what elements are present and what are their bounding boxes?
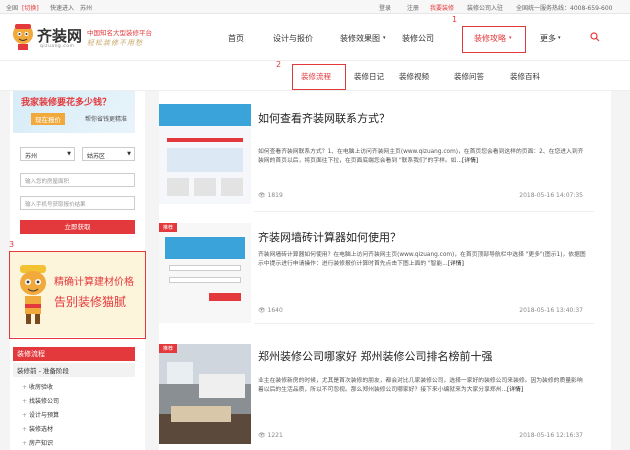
district-select-value: 姑苏区 xyxy=(87,153,106,160)
calc-title: 我家装修要花多少钱？ xyxy=(21,98,112,108)
article-list: 如何查看齐装网联系方式？ 如何查看齐装网联系方式？1、在电脑上访问齐装网主页(w… xyxy=(159,91,611,450)
article-desc: 业主在装修新房的时候，尤其是首次装修的朋友，都会对比几家装修公司，选择一家好的装… xyxy=(258,377,588,394)
category-item[interactable]: + 收房验收 xyxy=(22,382,53,391)
article-more-link[interactable]: [详情] xyxy=(448,261,464,267)
subnav-qa[interactable]: 装修问答 xyxy=(454,71,484,82)
article-desc-text: 齐装网墙砖计算器如何使用？在电脑上访问齐装网主页(www.qizuang.com… xyxy=(258,252,586,267)
subnav-diary[interactable]: 装修日记 xyxy=(354,71,384,82)
article-date: 2018-05-16 12:16:37 xyxy=(519,432,583,439)
header: 齐装网 qizuang.com 中国知名大型装修平台 轻松装修不用愁 首页 设计… xyxy=(0,14,630,60)
plus-icon: + xyxy=(22,398,28,405)
phone-input[interactable]: 输入手机号获取报价结果 xyxy=(20,196,135,210)
category-item-label: 设计与预算 xyxy=(29,412,60,419)
view-count: 1819 xyxy=(267,192,283,199)
article-date: 2018-05-16 14:07:35 xyxy=(519,192,583,199)
chevron-down-icon: ▾ xyxy=(558,35,561,41)
category-title[interactable]: 装修流程 xyxy=(13,347,135,361)
calc-subtitle: 帮你省钱更精准 xyxy=(85,116,128,123)
highlight-box-guide xyxy=(462,26,526,53)
area-input[interactable]: 输入您的房屋面积 xyxy=(20,173,135,187)
nav-more[interactable]: 更多 xyxy=(540,33,556,44)
article-thumbnail[interactable] xyxy=(159,104,251,204)
get-quote-button[interactable]: 立即获取 xyxy=(20,220,135,234)
view-count: 1221 xyxy=(267,432,283,439)
want-decor-link[interactable]: 我要装修 xyxy=(430,3,454,12)
eye-icon: 👁 xyxy=(258,432,266,439)
company-entry-link[interactable]: 装修公司入驻 xyxy=(467,3,503,12)
annotation-1: 1 xyxy=(452,15,458,24)
district-select[interactable]: 姑苏区 ▼ xyxy=(82,147,135,161)
subnav-video[interactable]: 装修视频 xyxy=(399,71,429,82)
nav-design-quote[interactable]: 设计与报价 xyxy=(273,33,313,44)
article-title[interactable]: 郑州装修公司哪家好 郑州装修公司排名榜前十强 xyxy=(258,348,493,364)
chevron-down-icon: ▾ xyxy=(383,35,386,41)
article-more-link[interactable]: [详情] xyxy=(462,158,478,164)
highlight-box-banner xyxy=(9,251,146,339)
city-select[interactable]: 苏州 ▼ xyxy=(20,147,75,161)
category-item-label: 找装修公司 xyxy=(29,398,60,405)
top-bar: 全国 [切换] 快速进入 苏州 登录 注册 我要装修 装修公司入驻 全国统一服务… xyxy=(0,0,630,14)
plus-icon: + xyxy=(22,384,28,391)
chevron-down-icon: ▼ xyxy=(67,151,71,157)
article-desc: 齐装网墙砖计算器如何使用？在电脑上访问齐装网主页(www.qizuang.com… xyxy=(258,251,588,268)
article-more-link[interactable]: [详情] xyxy=(507,387,523,393)
city-link[interactable]: 苏州 xyxy=(80,3,92,12)
city-select-value: 苏州 xyxy=(25,153,38,160)
category-item[interactable]: + 装修选材 xyxy=(22,424,53,433)
category-item[interactable]: + 找装修公司 xyxy=(22,396,59,405)
category-item-label: 房产知识 xyxy=(29,440,54,447)
article-desc: 如何查看齐装网联系方式？1、在电脑上访问齐装网主页(www.qizuang.co… xyxy=(258,148,588,165)
chevron-down-icon: ▼ xyxy=(127,151,131,157)
article-thumbnail[interactable]: 推荐 xyxy=(159,223,251,323)
register-link[interactable]: 注册 xyxy=(407,3,419,12)
plus-icon: + xyxy=(22,426,28,433)
recommend-tag: 推荐 xyxy=(159,223,178,232)
divider xyxy=(254,211,594,212)
category-item-label: 收房验收 xyxy=(29,384,54,391)
article-thumbnail[interactable]: 推荐 xyxy=(159,344,251,444)
login-link[interactable]: 登录 xyxy=(379,3,391,12)
view-count: 1640 xyxy=(267,307,283,314)
article-date: 2018-05-16 13:40:37 xyxy=(519,307,583,314)
article-desc-text: 如何查看齐装网联系方式？1、在电脑上访问齐装网主页(www.qizuang.co… xyxy=(258,149,584,164)
divider xyxy=(254,323,594,324)
search-icon[interactable] xyxy=(590,32,600,42)
location-label: 全国 xyxy=(6,5,19,12)
nav-decor-company[interactable]: 装修公司 xyxy=(402,33,434,44)
quote-calculator-banner[interactable]: 我家装修要花多少钱？ 现在报价 帮你省钱更精准 xyxy=(13,91,135,133)
brand-name[interactable]: 齐装网 xyxy=(37,25,82,46)
article-title[interactable]: 齐装网墙砖计算器如何使用？ xyxy=(258,229,401,245)
article-desc-text: 业主在装修新房的时候，尤其是首次装修的朋友，都会对比几家装修公司，选择一家好的装… xyxy=(258,378,583,393)
article-views: 👁 1221 xyxy=(258,432,283,439)
plus-icon: + xyxy=(22,440,28,447)
annotation-2: 2 xyxy=(276,60,282,69)
eye-icon: 👁 xyxy=(258,192,266,199)
eye-icon: 👁 xyxy=(258,307,266,314)
hotline-text: 全国统一服务热线：4008-659-600 xyxy=(516,5,613,12)
article-title[interactable]: 如何查看齐装网联系方式？ xyxy=(258,110,390,126)
slogan-primary: 中国知名大型装修平台 xyxy=(87,29,152,37)
category-subtitle[interactable]: 装修前 - 准备阶段 xyxy=(13,363,135,377)
category-item[interactable]: + 设计与预算 xyxy=(22,410,59,419)
nav-effect-pics[interactable]: 装修效果图 xyxy=(340,33,380,44)
highlight-box-process xyxy=(292,64,346,90)
plus-icon: + xyxy=(22,412,28,419)
mascot-logo-icon xyxy=(13,24,33,50)
quick-entry-label: 快速进入 xyxy=(50,5,75,12)
brand-domain: qizuang.com xyxy=(40,44,75,49)
subnav-wiki[interactable]: 装修百科 xyxy=(510,71,540,82)
slogan-secondary: 轻松装修不用愁 xyxy=(87,39,143,47)
annotation-3: 3 xyxy=(9,240,15,249)
recommend-tag: 推荐 xyxy=(159,344,178,353)
article-views: 👁 1819 xyxy=(258,192,283,199)
category-item-label: 装修选材 xyxy=(29,426,54,433)
nav-home[interactable]: 首页 xyxy=(228,33,244,44)
calc-quote-button[interactable]: 现在报价 xyxy=(31,113,65,125)
article-views: 👁 1640 xyxy=(258,307,283,314)
category-item[interactable]: + 房产知识 xyxy=(22,438,53,447)
switch-city-link[interactable]: [切换] xyxy=(22,3,39,12)
